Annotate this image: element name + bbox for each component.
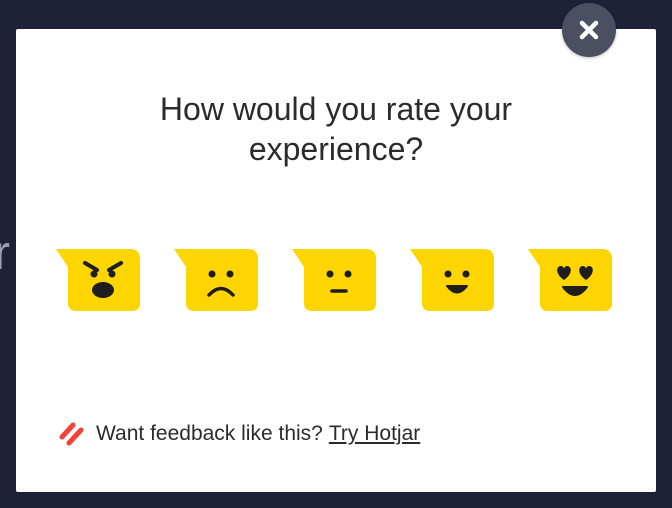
survey-question-line-1: How would you rate your xyxy=(159,91,513,127)
rating-angry-button[interactable] xyxy=(56,249,142,313)
hotjar-logo-icon xyxy=(59,422,84,446)
sad-face-icon xyxy=(174,249,258,311)
heart-eyes-face-icon xyxy=(528,249,612,311)
background-text-fragment: r xyxy=(0,227,10,280)
close-button[interactable] xyxy=(562,3,616,57)
feedback-modal: How would you rate your experience? Want… xyxy=(16,29,656,492)
rating-love-button[interactable] xyxy=(528,249,614,313)
survey-question: How would you rate your experience? xyxy=(16,89,656,169)
neutral-face-icon xyxy=(292,249,376,311)
hotjar-promo: Want feedback like this? Try Hotjar xyxy=(58,421,420,447)
promo-text: Want feedback like this? xyxy=(96,422,323,445)
rating-happy-button[interactable] xyxy=(410,249,496,313)
angry-face-icon xyxy=(56,249,140,311)
happy-face-icon xyxy=(410,249,494,311)
rating-neutral-button[interactable] xyxy=(292,249,378,313)
survey-question-line-2: experience? xyxy=(248,131,424,167)
rating-sad-button[interactable] xyxy=(174,249,260,313)
close-icon xyxy=(579,20,599,40)
try-hotjar-link[interactable]: Try Hotjar xyxy=(329,422,420,446)
rating-options xyxy=(56,249,616,313)
